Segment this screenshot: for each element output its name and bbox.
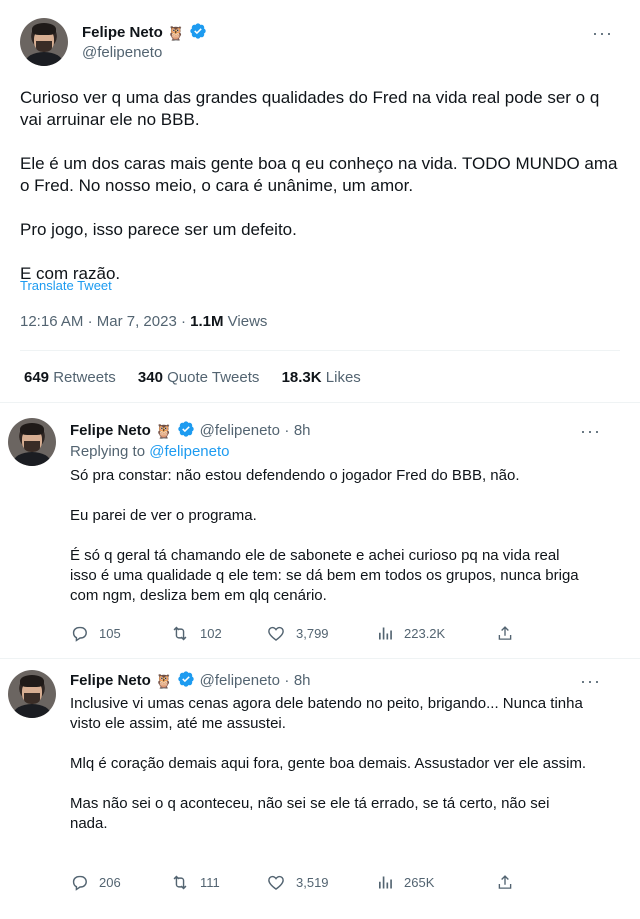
views-button[interactable]: 223.2K	[376, 624, 445, 643]
replying-prefix: Replying to	[70, 443, 146, 460]
views-count: 223.2K	[404, 626, 446, 641]
likes-count: 18.3K	[281, 369, 322, 386]
verified-badge-icon	[178, 671, 194, 687]
views-label: Views	[227, 313, 268, 330]
tweet-meta: 12:16 AM · Mar 7, 2023 · 1.1M Views	[20, 313, 267, 330]
owl-emoji-icon: 🦉	[155, 673, 173, 689]
reply-count: 105	[99, 626, 121, 641]
reply-button[interactable]: 105	[70, 624, 121, 643]
more-options-icon[interactable]: ···	[580, 422, 601, 440]
replying-to: Replying to @felipeneto	[70, 443, 230, 460]
more-options-icon[interactable]: ···	[592, 24, 613, 42]
share-button[interactable]	[496, 624, 524, 643]
share-button[interactable]	[496, 873, 524, 892]
verified-badge-icon	[190, 23, 206, 39]
author-handle[interactable]: @felipeneto	[82, 44, 162, 61]
retweet-button[interactable]: 102	[170, 624, 222, 643]
likes-label: Likes	[325, 369, 361, 386]
quotes-label: Quote Tweets	[167, 369, 260, 386]
meta-separator: ·	[284, 672, 290, 689]
divider	[20, 350, 620, 351]
retweet-count: 111	[200, 875, 220, 890]
reply-icon	[72, 875, 87, 891]
replying-to-handle[interactable]: @felipeneto	[149, 443, 229, 460]
reply-actions: 105 102 3,799 223.2K	[70, 624, 520, 644]
retweet-icon	[173, 875, 187, 890]
views-count: 1.1M	[190, 313, 224, 330]
retweets-count: 649	[24, 369, 50, 386]
reply-text: Só pra constar: não estou defendendo o j…	[70, 466, 590, 606]
tweet-date[interactable]: Mar 7, 2023	[97, 313, 177, 330]
reply-icon	[72, 626, 87, 642]
retweets-label: Retweets	[53, 369, 116, 386]
quotes-count: 340	[137, 369, 163, 386]
reply-button[interactable]: 206	[70, 873, 121, 892]
reply-count: 206	[99, 875, 121, 890]
reply-age[interactable]: 8h	[294, 422, 311, 439]
tweet-time[interactable]: 12:16 AM	[20, 313, 83, 330]
likes-stat[interactable]: 18.3K Likes	[282, 369, 361, 386]
retweet-count: 102	[200, 626, 222, 641]
retweet-button[interactable]: 111	[170, 873, 220, 892]
owl-emoji-icon: 🦉	[167, 25, 185, 41]
translate-tweet-link[interactable]: Translate Tweet	[20, 278, 112, 293]
reply-actions: 206 111 3,519 265K	[70, 873, 520, 893]
reply-paragraph: Eu parei de ver o programa.	[70, 507, 257, 524]
author-avatar[interactable]	[20, 18, 68, 66]
divider	[0, 402, 640, 403]
reply-author-handle[interactable]: @felipeneto	[200, 672, 280, 689]
views-chart-icon	[379, 627, 392, 640]
retweet-icon	[173, 626, 187, 641]
owl-emoji-icon: 🦉	[155, 423, 173, 439]
share-icon	[498, 626, 512, 640]
author-name-row[interactable]: Felipe Neto 🦉	[82, 22, 207, 42]
meta-separator: ·	[180, 313, 186, 330]
reply-avatar[interactable]	[8, 418, 56, 466]
reply-header: Felipe Neto 🦉 @felipeneto · 8h	[70, 420, 311, 440]
views-chart-icon	[379, 876, 392, 889]
views-button[interactable]: 265K	[376, 873, 434, 892]
tweet-stats: 649 Retweets 340 Quote Tweets 18.3K Like…	[24, 369, 361, 386]
like-button[interactable]: 3,799	[266, 624, 329, 643]
reply-author-handle[interactable]: @felipeneto	[200, 422, 280, 439]
reply-paragraph: Mlq é coração demais aqui fora, gente bo…	[70, 755, 587, 772]
reply-author-name[interactable]: Felipe Neto	[70, 672, 151, 689]
verified-badge-icon	[178, 421, 194, 437]
divider	[0, 658, 640, 659]
tweet-paragraph: Curioso ver q uma das grandes qualidades…	[20, 88, 600, 129]
tweet-paragraph: Ele é um dos caras mais gente boa q eu c…	[20, 154, 618, 195]
reply-age[interactable]: 8h	[294, 672, 311, 689]
like-count: 3,799	[296, 626, 329, 641]
heart-icon	[268, 875, 284, 890]
reply-author-name[interactable]: Felipe Neto	[70, 422, 151, 439]
heart-icon	[268, 626, 284, 641]
reply-paragraph: É só q geral tá chamando ele de sabonete…	[70, 547, 579, 604]
more-options-icon[interactable]: ···	[580, 672, 601, 690]
tweet-text: Curioso ver q uma das grandes qualidades…	[20, 87, 620, 285]
reply-text: Inclusive vi umas cenas agora dele baten…	[70, 694, 590, 834]
like-count: 3,519	[296, 875, 329, 890]
reply-paragraph: Só pra constar: não estou defendendo o j…	[70, 467, 520, 484]
author-name[interactable]: Felipe Neto	[82, 24, 163, 41]
share-icon	[498, 875, 512, 889]
reply-header: Felipe Neto 🦉 @felipeneto · 8h	[70, 670, 311, 690]
meta-separator: ·	[284, 422, 290, 439]
like-button[interactable]: 3,519	[266, 873, 329, 892]
reply-paragraph: Mas não sei o q aconteceu, não sei se el…	[70, 795, 550, 832]
reply-avatar[interactable]	[8, 670, 56, 718]
reply-paragraph: Inclusive vi umas cenas agora dele baten…	[70, 695, 583, 732]
views-count: 265K	[404, 875, 435, 890]
quotes-stat[interactable]: 340 Quote Tweets	[138, 369, 259, 386]
meta-separator: ·	[87, 313, 93, 330]
retweets-stat[interactable]: 649 Retweets	[24, 369, 116, 386]
tweet-paragraph: Pro jogo, isso parece ser um defeito.	[20, 220, 297, 239]
